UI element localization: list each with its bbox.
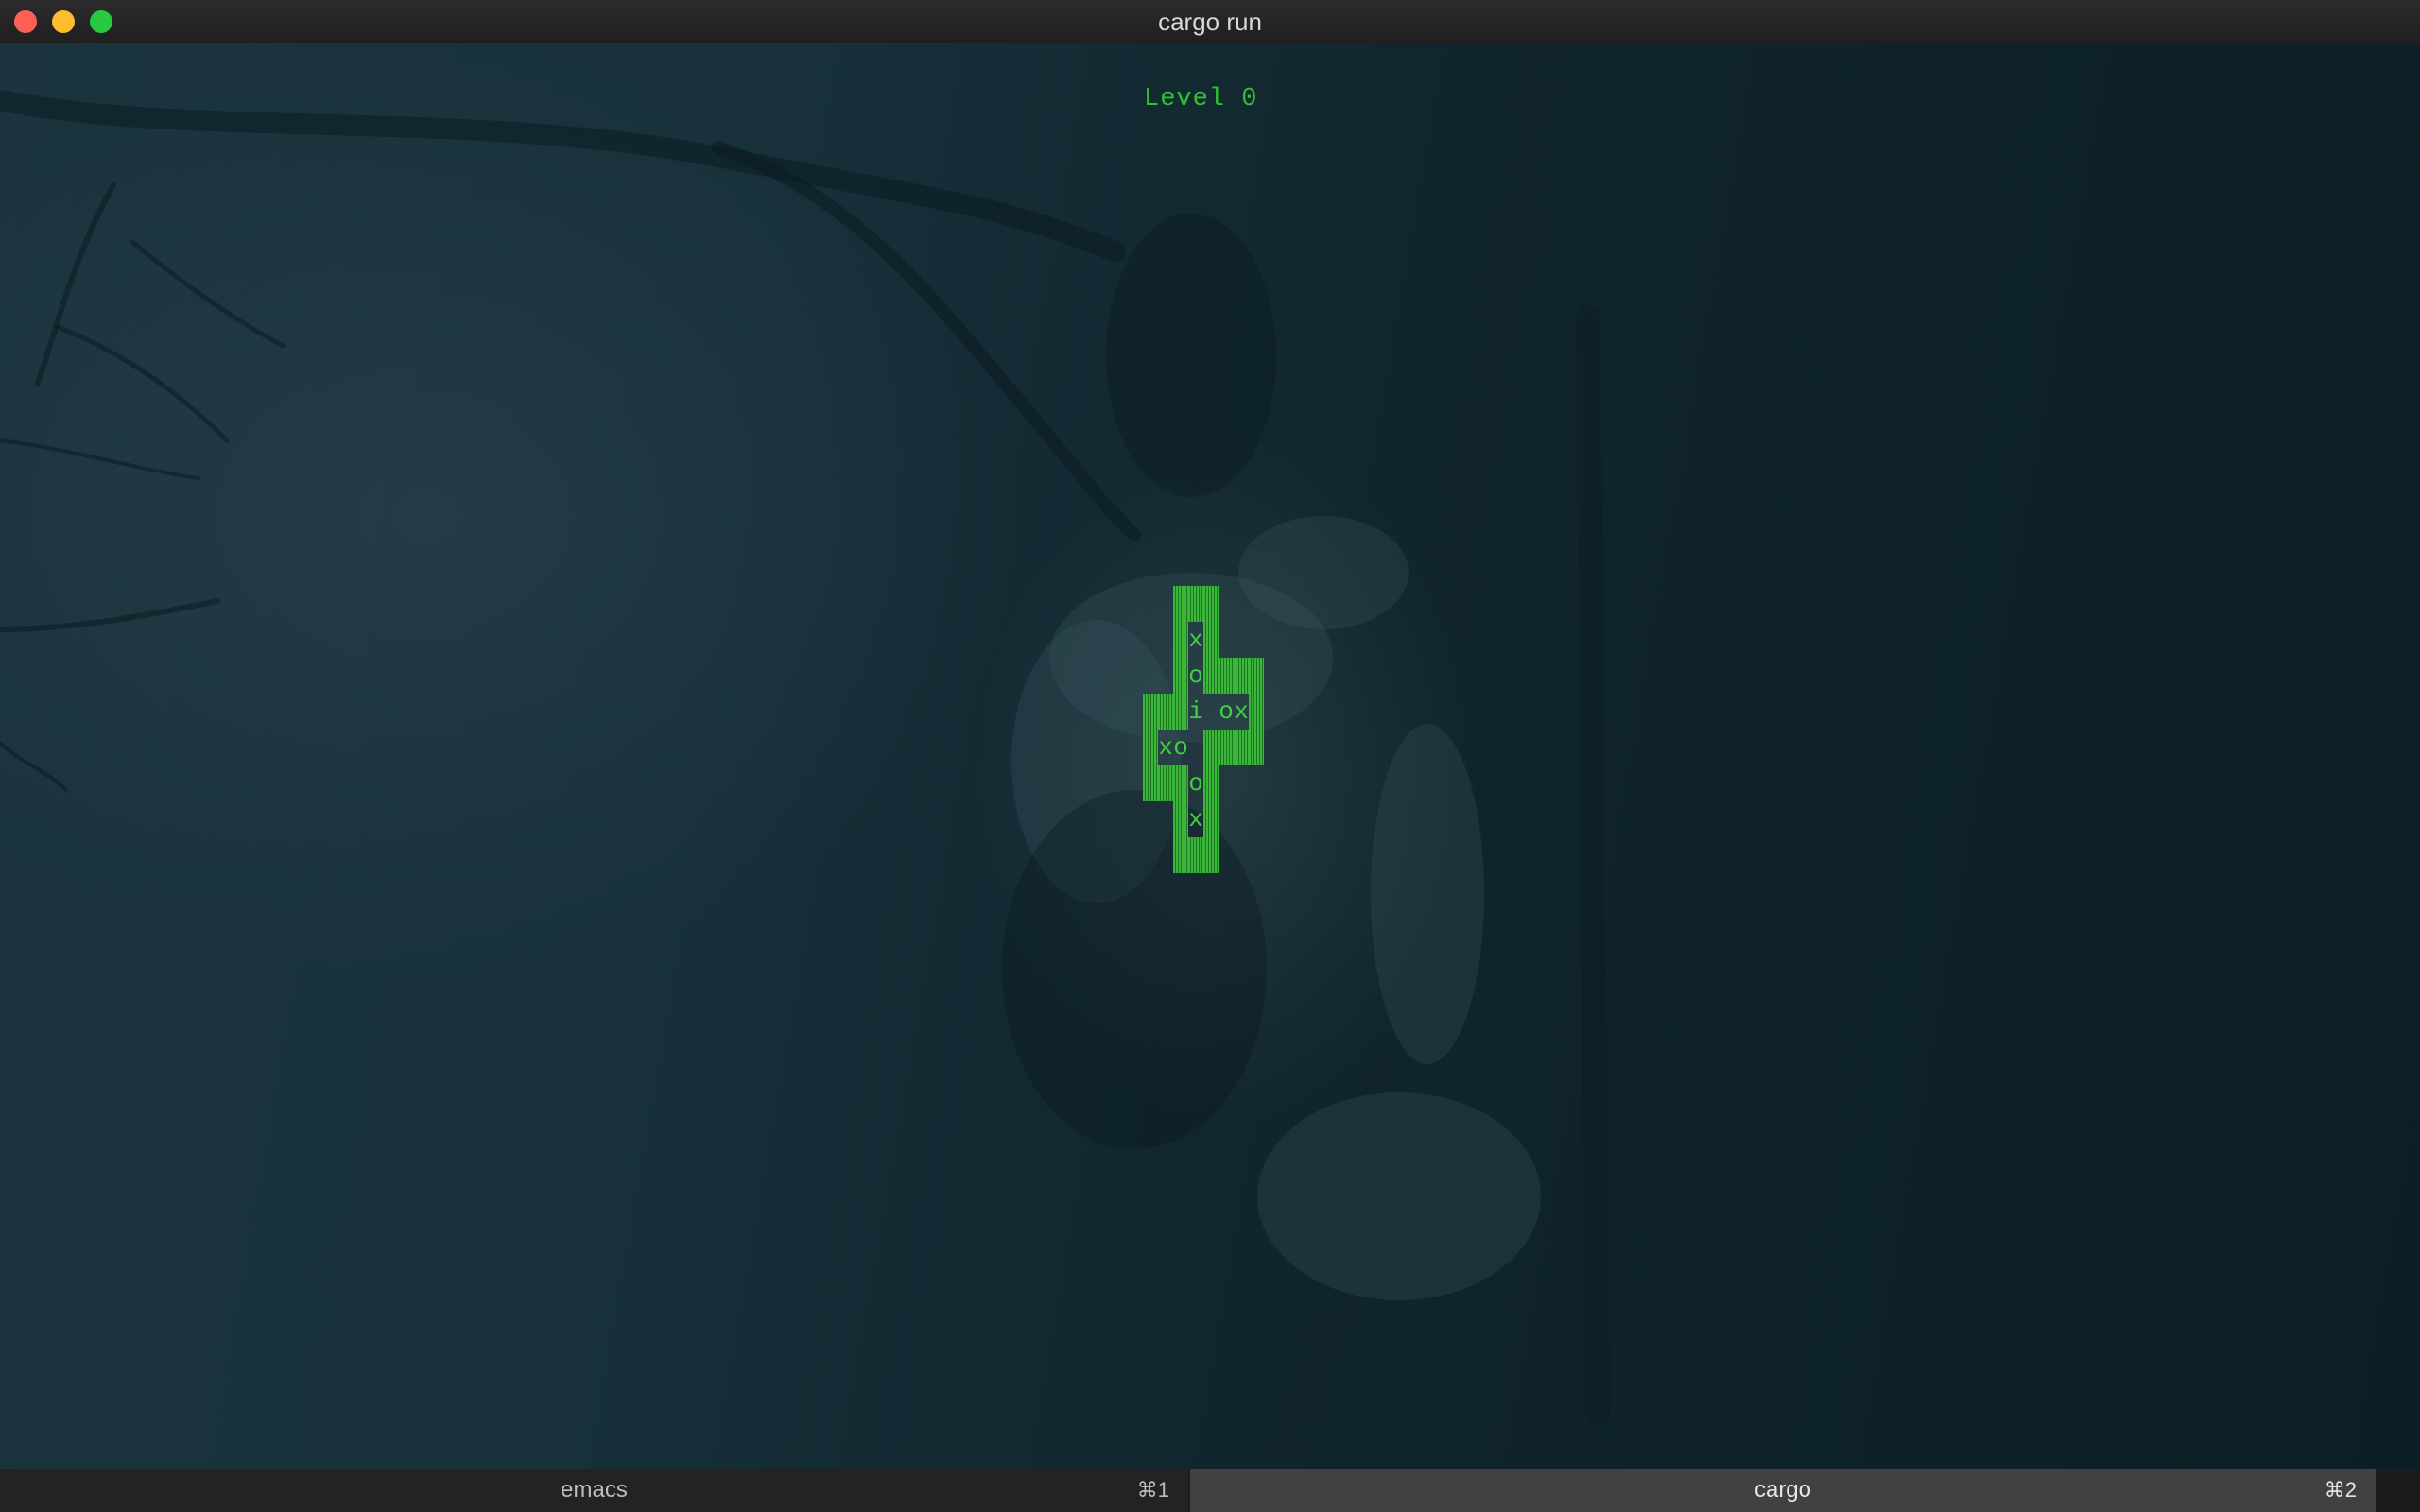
tab-cargo[interactable]: cargo ⌘2 xyxy=(1190,1469,2376,1512)
window-title: cargo run xyxy=(1158,8,1262,36)
wall-cell xyxy=(1173,765,1188,801)
wall-cell xyxy=(1173,694,1188,730)
wall-cell xyxy=(1203,658,1219,694)
tab-emacs-label: emacs xyxy=(561,1477,628,1503)
tab-cargo-shortcut: ⌘2 xyxy=(2324,1478,2357,1502)
player-mark: i xyxy=(1188,697,1203,726)
target-mark: x xyxy=(1158,733,1173,762)
wall-cell xyxy=(1234,730,1249,765)
wall-cell xyxy=(1234,658,1249,694)
wall-cell xyxy=(1203,586,1219,622)
wall-cell xyxy=(1173,837,1188,873)
terminal-window: cargo run Level 0 x o i o x x o o x emac… xyxy=(0,0,2420,1512)
wall-cell xyxy=(1203,765,1219,801)
wall-cell xyxy=(1173,658,1188,694)
wall-cell xyxy=(1158,694,1173,730)
box-mark: o xyxy=(1188,662,1203,690)
tab-cargo-label: cargo xyxy=(1754,1477,1812,1503)
tab-emacs[interactable]: emacs ⌘1 xyxy=(0,1469,1188,1512)
box-mark: o xyxy=(1173,733,1188,762)
box-mark: o xyxy=(1188,769,1203,798)
floor-cell xyxy=(1188,730,1203,765)
wall-cell xyxy=(1203,730,1219,765)
box-mark: o xyxy=(1219,697,1234,726)
wall-cell xyxy=(1173,801,1188,837)
wall-cell xyxy=(1173,586,1188,622)
puzzle-board[interactable]: xoioxxoox xyxy=(1143,586,1264,879)
tab-bar-filler xyxy=(2376,1469,2420,1512)
wall-cell xyxy=(1173,622,1188,658)
target-mark: x xyxy=(1234,697,1249,726)
floor-cell xyxy=(1203,694,1219,730)
level-label: Level 0 xyxy=(1144,85,1258,113)
wall-cell xyxy=(1158,765,1173,801)
wall-cell xyxy=(1249,694,1264,730)
target-mark: x xyxy=(1188,626,1203,654)
wall-cell xyxy=(1203,801,1219,837)
wall-cell xyxy=(1143,694,1158,730)
wall-cell xyxy=(1249,730,1264,765)
wall-cell xyxy=(1143,730,1158,765)
wall-cell xyxy=(1188,586,1203,622)
tab-emacs-shortcut: ⌘1 xyxy=(1136,1478,1169,1502)
terminal-pane[interactable]: Level 0 xoioxxoox xyxy=(0,43,2420,1469)
tab-bar: emacs ⌘1 cargo ⌘2 xyxy=(0,1469,2420,1512)
wall-cell xyxy=(1188,837,1203,873)
target-mark: x xyxy=(1188,805,1203,833)
wall-cell xyxy=(1143,765,1158,801)
wall-cell xyxy=(1203,837,1219,873)
wall-cell xyxy=(1219,658,1234,694)
wall-cell xyxy=(1219,730,1234,765)
wall-cell xyxy=(1249,658,1264,694)
title-bar[interactable]: cargo run xyxy=(0,0,2420,43)
wall-cell xyxy=(1203,622,1219,658)
